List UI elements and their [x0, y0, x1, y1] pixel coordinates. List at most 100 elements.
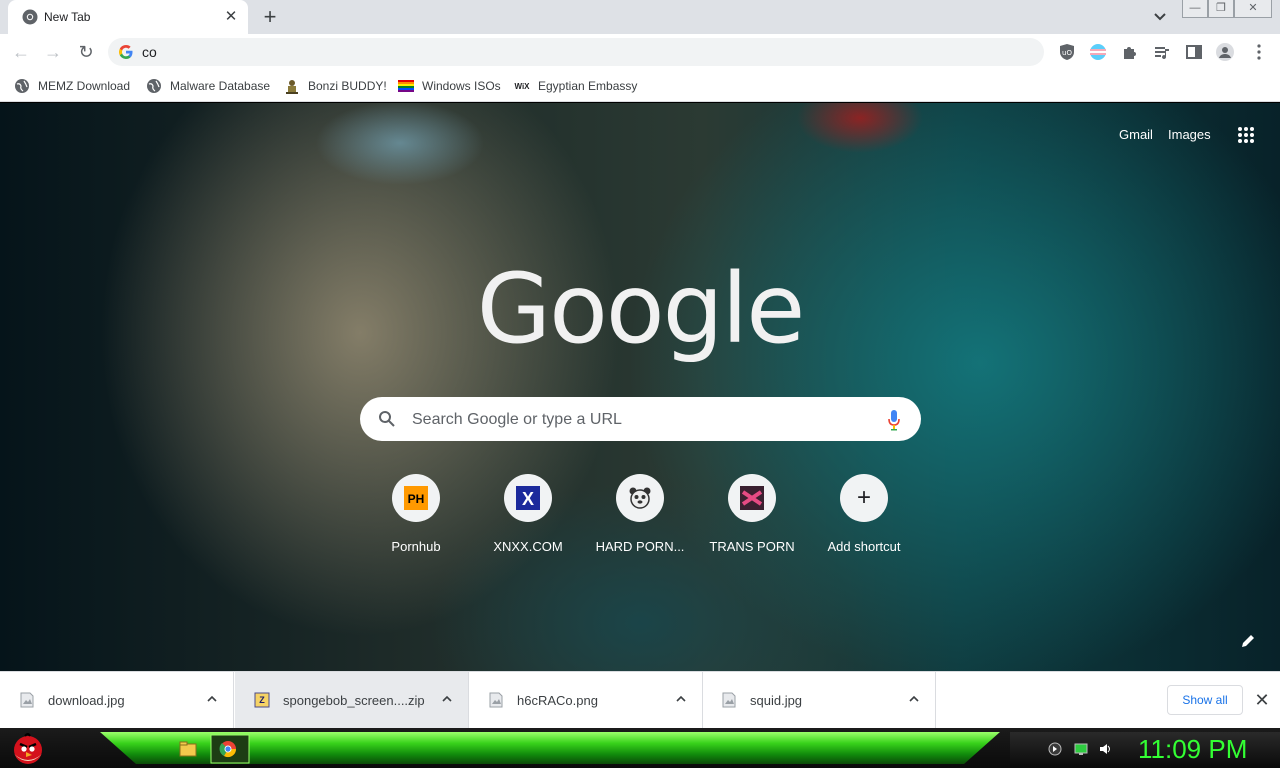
shortcut-label: TRANS PORN — [709, 539, 795, 554]
shortcut-icon-circle: PH — [392, 474, 440, 522]
bookmark-label: Bonzi BUDDY! — [308, 79, 387, 93]
shortcut-xnxx[interactable]: X XNXX.COM — [472, 474, 584, 574]
bonzi-icon — [286, 80, 298, 94]
shortcut-label: Add shortcut — [827, 539, 901, 554]
image-file-icon — [722, 692, 736, 708]
shortcut-badge: PH — [408, 492, 425, 506]
download-filename: h6cRACo.png — [517, 693, 598, 708]
chevron-down-icon[interactable] — [1150, 8, 1170, 26]
chevron-up-icon[interactable] — [440, 692, 454, 706]
chrome-taskbar-icon[interactable] — [210, 734, 250, 764]
svg-text:WiX: WiX — [514, 82, 530, 91]
chrome-icon — [22, 9, 38, 25]
shortcut-icon-circle — [728, 474, 776, 522]
tray-app-icon[interactable] — [1048, 742, 1062, 756]
bookmark-bonzi-buddy[interactable]: Bonzi BUDDY! — [284, 76, 387, 96]
bookmark-memz-download[interactable]: MEMZ Download — [14, 76, 130, 96]
tab-new-tab[interactable]: New Tab ✕ — [8, 0, 248, 34]
extensions-puzzle-icon[interactable] — [1120, 42, 1140, 62]
taskbar: 11:09 PM — [0, 728, 1280, 768]
new-tab-button[interactable]: + — [258, 6, 282, 28]
download-item[interactable]: h6cRACo.png — [469, 672, 703, 729]
gmail-link[interactable]: Gmail — [1119, 127, 1153, 142]
shortcut-icon-circle — [616, 474, 664, 522]
download-item[interactable]: download.jpg — [0, 672, 234, 729]
reload-icon[interactable]: ↻ — [75, 41, 97, 63]
download-item[interactable]: Z spongebob_screen....zip — [235, 672, 469, 729]
google-logo: Google — [476, 253, 806, 365]
plus-icon: + — [840, 474, 888, 522]
angry-bird-start-icon[interactable] — [8, 730, 48, 766]
profile-avatar-icon[interactable] — [1215, 42, 1235, 62]
menu-kebab-icon[interactable] — [1249, 42, 1269, 62]
shortcut-label: HARD PORN... — [595, 539, 685, 554]
media-queue-icon[interactable] — [1152, 42, 1172, 62]
search-placeholder: Search Google or type a URL — [412, 411, 622, 428]
search-icon — [379, 411, 395, 427]
svg-text:Z: Z — [259, 695, 265, 705]
close-window-button[interactable]: ✕ — [1234, 0, 1272, 18]
toolbar: ← → ↻ co uO — [0, 34, 1280, 70]
add-shortcut-button[interactable]: + Add shortcut — [808, 474, 920, 574]
shortcut-badge: X — [522, 489, 534, 509]
chevron-up-icon[interactable] — [674, 692, 688, 706]
tab-title: New Tab — [44, 10, 91, 24]
images-link[interactable]: Images — [1168, 127, 1211, 142]
google-g-icon — [119, 45, 133, 59]
bookmark-label: MEMZ Download — [38, 79, 131, 93]
bookmark-label: Malware Database — [170, 79, 271, 93]
globe-icon — [147, 79, 161, 93]
show-all-downloads-button[interactable]: Show all — [1167, 685, 1243, 715]
download-filename: download.jpg — [48, 693, 125, 708]
side-panel-icon[interactable] — [1184, 42, 1204, 62]
close-tab-icon[interactable]: ✕ — [222, 8, 240, 26]
file-explorer-icon[interactable] — [170, 734, 206, 764]
shortcut-trans-porn[interactable]: TRANS PORN — [696, 474, 808, 574]
download-item[interactable]: squid.jpg — [702, 672, 936, 729]
taskbar-clock[interactable]: 11:09 PM — [1138, 734, 1247, 765]
bookmark-malware-database[interactable]: Malware Database — [146, 76, 270, 96]
shortcut-label: Pornhub — [391, 539, 441, 554]
download-filename: spongebob_screen....zip — [283, 693, 425, 708]
close-shelf-icon[interactable]: ✕ — [1253, 691, 1271, 709]
download-filename: squid.jpg — [750, 693, 803, 708]
forward-icon[interactable]: → — [42, 41, 64, 63]
trans-porn-icon — [740, 486, 764, 510]
new-tab-page: Gmail Images Google Search Google or typ… — [0, 103, 1280, 671]
chevron-up-icon[interactable] — [907, 692, 921, 706]
image-file-icon — [489, 692, 503, 708]
pornhub-icon: PH — [404, 486, 428, 510]
address-text: co — [142, 44, 157, 60]
apps-grid-icon[interactable] — [1236, 125, 1256, 145]
bookmarks-bar: MEMZ Download Malware Database Bonzi BUD… — [0, 70, 1280, 102]
network-icon[interactable] — [1074, 742, 1088, 756]
wix-icon: WiX — [514, 82, 530, 91]
ublock-icon[interactable]: uO — [1057, 42, 1077, 62]
shortcut-hard-porn[interactable]: HARD PORN... — [584, 474, 696, 574]
xnxx-icon: X — [516, 486, 540, 510]
bookmark-egyptian-embassy[interactable]: WiX Egyptian Embassy — [514, 76, 637, 96]
search-box[interactable]: Search Google or type a URL — [360, 397, 921, 441]
volume-icon[interactable] — [1098, 742, 1112, 756]
image-file-icon — [20, 692, 34, 708]
chevron-up-icon[interactable] — [205, 692, 219, 706]
shortcut-pornhub[interactable]: PH Pornhub — [360, 474, 472, 574]
bookmark-windows-isos[interactable]: Windows ISOs — [398, 76, 501, 96]
globe-icon — [15, 79, 29, 93]
trans-flag-extension-icon[interactable] — [1088, 42, 1108, 62]
pencil-icon[interactable] — [1240, 633, 1256, 649]
rainbow-flag-icon — [398, 80, 414, 92]
shortcut-icon-circle: X — [504, 474, 552, 522]
tab-strip: New Tab ✕ + — ❐ ✕ — [0, 0, 1280, 34]
shortcut-label: XNXX.COM — [493, 539, 563, 554]
bookmark-label: Windows ISOs — [422, 79, 501, 93]
restore-button[interactable]: ❐ — [1208, 0, 1234, 18]
zip-file-icon: Z — [254, 692, 270, 708]
microphone-icon[interactable] — [887, 409, 901, 431]
bear-face-icon — [629, 487, 651, 509]
address-bar[interactable]: co — [108, 38, 1044, 66]
minimize-button[interactable]: — — [1182, 0, 1208, 18]
svg-text:uO: uO — [1062, 49, 1072, 57]
back-icon[interactable]: ← — [10, 41, 32, 63]
bookmark-label: Egyptian Embassy — [538, 79, 638, 93]
